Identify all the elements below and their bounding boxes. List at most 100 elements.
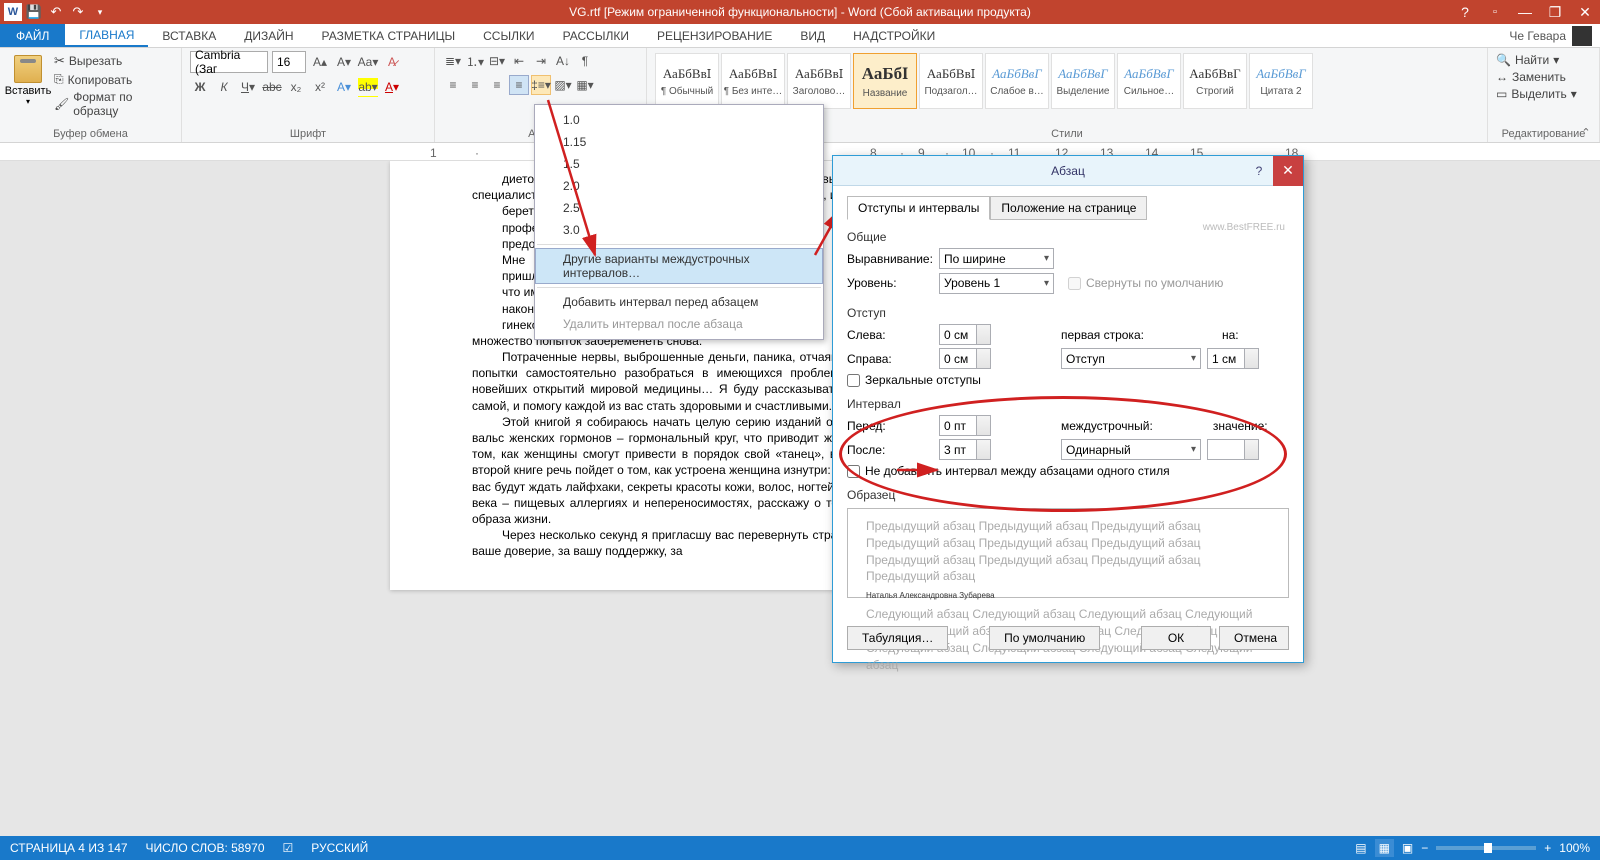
- tab-indents-spacing[interactable]: Отступы и интервалы: [847, 196, 990, 220]
- underline-button[interactable]: Ч▾: [238, 77, 258, 97]
- show-marks-icon[interactable]: ¶: [575, 51, 595, 71]
- copy-button[interactable]: ⎘Копировать: [54, 72, 173, 87]
- format-painter-button[interactable]: 🖌Формат по образцу: [54, 90, 173, 118]
- spacing-1.15[interactable]: 1.15: [535, 131, 823, 153]
- style-¶ Обычный[interactable]: АаБбВвI¶ Обычный: [655, 53, 719, 109]
- numbering-icon[interactable]: ⒈▾: [465, 51, 485, 71]
- dialog-titlebar[interactable]: Абзац ? ✕: [833, 156, 1303, 186]
- web-layout-icon[interactable]: ▣: [1402, 841, 1413, 855]
- minimize-icon[interactable]: —: [1510, 0, 1540, 24]
- grow-font-icon[interactable]: A▴: [310, 52, 330, 72]
- read-mode-icon[interactable]: ▤: [1355, 841, 1366, 855]
- align-right-icon[interactable]: ≡: [487, 75, 507, 95]
- word-icon[interactable]: W: [4, 3, 22, 21]
- indent-left-spinner[interactable]: 0 см: [939, 324, 991, 345]
- restore-icon[interactable]: ❐: [1540, 0, 1570, 24]
- style-¶ Без инте…[interactable]: АаБбВвI¶ Без инте…: [721, 53, 785, 109]
- ok-button[interactable]: ОК: [1141, 626, 1211, 650]
- tab-addins[interactable]: НАДСТРОЙКИ: [839, 24, 949, 47]
- user-area[interactable]: Че Гевара: [1509, 24, 1600, 47]
- special-indent-combo[interactable]: Отступ: [1061, 348, 1201, 369]
- replace-button[interactable]: ↔Заменить: [1496, 70, 1591, 84]
- cancel-button[interactable]: Отмена: [1219, 626, 1289, 650]
- align-left-icon[interactable]: ≡: [443, 75, 463, 95]
- collapse-ribbon-icon[interactable]: ⌃: [1576, 126, 1596, 140]
- alignment-combo[interactable]: По ширине: [939, 248, 1054, 269]
- find-button[interactable]: 🔍Найти ▾: [1496, 53, 1591, 67]
- spacing-2.5[interactable]: 2.5: [535, 197, 823, 219]
- highlight-icon[interactable]: ab▾: [358, 77, 378, 97]
- bold-button[interactable]: Ж: [190, 77, 210, 97]
- superscript-button[interactable]: x²: [310, 77, 330, 97]
- proofing-icon[interactable]: ☑: [283, 841, 294, 855]
- before-spinner[interactable]: 0 пт: [939, 415, 991, 436]
- style-Сильное…[interactable]: АаБбВвГСильное…: [1117, 53, 1181, 109]
- zoom-in-icon[interactable]: +: [1544, 841, 1551, 855]
- justify-icon[interactable]: ≡: [509, 75, 529, 95]
- style-Подзагол…[interactable]: АаБбВвIПодзагол…: [919, 53, 983, 109]
- style-Строгий[interactable]: АаБбВвГСтрогий: [1183, 53, 1247, 109]
- line-spacing-combo[interactable]: Одинарный: [1061, 439, 1201, 460]
- add-space-before[interactable]: Добавить интервал перед абзацем: [535, 291, 823, 313]
- dialog-close-icon[interactable]: ✕: [1273, 156, 1303, 186]
- text-effects-icon[interactable]: A▾: [334, 77, 354, 97]
- line-spacing-button[interactable]: ‡≡▾: [531, 75, 551, 95]
- tab-review[interactable]: РЕЦЕНЗИРОВАНИЕ: [643, 24, 786, 47]
- spacing-1.5[interactable]: 1.5: [535, 153, 823, 175]
- zoom-slider[interactable]: [1436, 846, 1536, 850]
- after-spinner[interactable]: 3 пт: [939, 439, 991, 460]
- spacing-1.0[interactable]: 1.0: [535, 109, 823, 131]
- shrink-font-icon[interactable]: A▾: [334, 52, 354, 72]
- paste-button[interactable]: Вставить ▾: [8, 51, 48, 126]
- tab-insert[interactable]: ВСТАВКА: [148, 24, 230, 47]
- tab-mailings[interactable]: РАССЫЛКИ: [549, 24, 643, 47]
- tab-layout[interactable]: РАЗМЕТКА СТРАНИЦЫ: [308, 24, 470, 47]
- style-Выделение[interactable]: АаБбВвГВыделение: [1051, 53, 1115, 109]
- default-button[interactable]: По умолчанию: [989, 626, 1100, 650]
- tab-line-breaks[interactable]: Положение на странице: [990, 196, 1147, 220]
- style-Цитата 2[interactable]: АаБбВвГЦитата 2: [1249, 53, 1313, 109]
- shading-icon[interactable]: ▨▾: [553, 75, 573, 95]
- zoom-out-icon[interactable]: −: [1421, 841, 1428, 855]
- language-indicator[interactable]: РУССКИЙ: [311, 841, 368, 855]
- decrease-indent-icon[interactable]: ⇤: [509, 51, 529, 71]
- subscript-button[interactable]: x₂: [286, 77, 306, 97]
- align-center-icon[interactable]: ≡: [465, 75, 485, 95]
- select-button[interactable]: ▭Выделить ▾: [1496, 87, 1591, 101]
- zoom-level[interactable]: 100%: [1559, 841, 1590, 855]
- undo-icon[interactable]: ↶: [46, 2, 66, 22]
- word-count[interactable]: ЧИСЛО СЛОВ: 58970: [146, 841, 265, 855]
- increase-indent-icon[interactable]: ⇥: [531, 51, 551, 71]
- font-size-combo[interactable]: 16: [272, 51, 306, 73]
- tab-view[interactable]: ВИД: [786, 24, 839, 47]
- line-spacing-options[interactable]: Другие варианты междустрочных интервалов…: [535, 248, 823, 284]
- page-indicator[interactable]: СТРАНИЦА 4 ИЗ 147: [10, 841, 128, 855]
- close-icon[interactable]: ✕: [1570, 0, 1600, 24]
- style-Заголово…[interactable]: АаБбВвIЗаголово…: [787, 53, 851, 109]
- dialog-help-icon[interactable]: ?: [1247, 164, 1271, 178]
- style-Название[interactable]: АаБбIНазвание: [853, 53, 917, 109]
- clear-format-icon[interactable]: A̷: [382, 52, 402, 72]
- bullets-icon[interactable]: ≣▾: [443, 51, 463, 71]
- avatar[interactable]: [1572, 26, 1592, 46]
- tab-home[interactable]: ГЛАВНАЯ: [65, 24, 148, 47]
- redo-icon[interactable]: ↷: [68, 2, 88, 22]
- font-name-combo[interactable]: Cambria (Заг: [190, 51, 268, 73]
- help-icon[interactable]: ?: [1450, 0, 1480, 24]
- tab-design[interactable]: ДИЗАЙН: [230, 24, 307, 47]
- save-icon[interactable]: 💾: [24, 2, 44, 22]
- font-color-icon[interactable]: A▾: [382, 77, 402, 97]
- italic-button[interactable]: К: [214, 77, 234, 97]
- cut-button[interactable]: ✂Вырезать: [54, 53, 173, 69]
- tab-references[interactable]: ССЫЛКИ: [469, 24, 548, 47]
- borders-icon[interactable]: ▦▾: [575, 75, 595, 95]
- spacing-3.0[interactable]: 3.0: [535, 219, 823, 241]
- style-Слабое в…[interactable]: АаБбВвГСлабое в…: [985, 53, 1049, 109]
- by-spinner[interactable]: 1 см: [1207, 348, 1259, 369]
- no-space-same-style-checkbox[interactable]: [847, 465, 860, 478]
- strike-button[interactable]: abc: [262, 77, 282, 97]
- customize-qat-icon[interactable]: ▾: [90, 2, 110, 22]
- tabs-button[interactable]: Табуляция…: [847, 626, 948, 650]
- outline-level-combo[interactable]: Уровень 1: [939, 273, 1054, 294]
- change-case-icon[interactable]: Aa▾: [358, 52, 378, 72]
